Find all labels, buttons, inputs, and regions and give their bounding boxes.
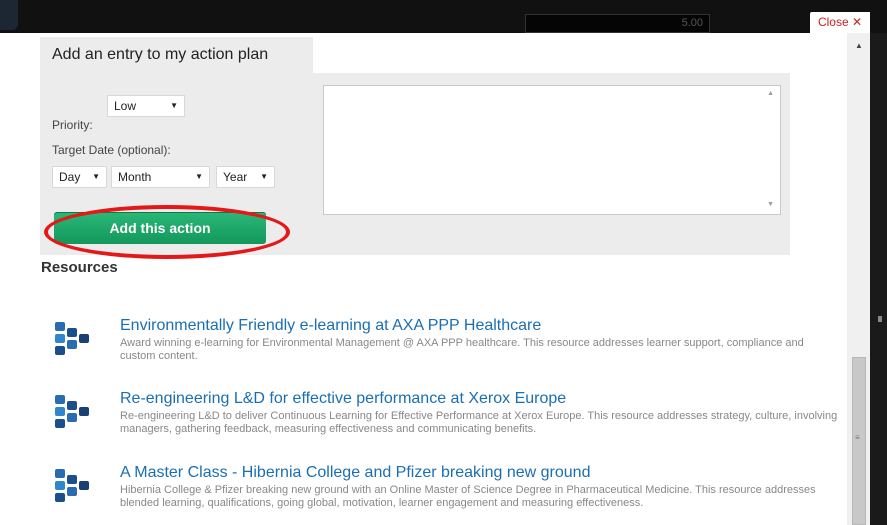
add-action-button[interactable]: Add this action [54, 212, 266, 244]
scroll-up-icon[interactable]: ▲ [767, 90, 774, 97]
notes-textarea[interactable]: ▲ ▼ [323, 85, 781, 215]
day-select[interactable]: Day ▼ [52, 166, 107, 188]
resource-icon [55, 469, 89, 502]
resources-heading: Resources [41, 259, 118, 276]
resource-description: Hibernia College & Pfizer breaking new g… [120, 484, 816, 509]
year-select[interactable]: Year ▼ [216, 166, 275, 188]
chevron-down-icon: ▼ [260, 172, 268, 181]
year-value: Year [223, 170, 248, 184]
backdrop-bar-value: 5.00 [681, 17, 703, 29]
modal-scrollbar[interactable]: ▲ ≡ [847, 33, 870, 525]
resource-link[interactable]: Environmentally Friendly e-learning at A… [120, 317, 541, 335]
chevron-down-icon: ▼ [195, 172, 203, 181]
resource-link[interactable]: A Master Class - Hibernia College and Pf… [120, 464, 590, 482]
backdrop-progress-bar: 5.00 [525, 14, 710, 33]
month-value: Month [118, 170, 152, 184]
scroll-up-icon[interactable]: ▲ [855, 41, 863, 50]
resource-icon [55, 322, 89, 355]
month-select[interactable]: Month ▼ [111, 166, 210, 188]
priority-value: Low [114, 99, 137, 113]
day-value: Day [59, 170, 81, 184]
scroll-down-icon[interactable]: ▼ [767, 201, 774, 208]
chevron-down-icon: ▼ [92, 172, 100, 181]
action-plan-modal: Priority: Low ▼ Target Date (optional): … [18, 33, 870, 525]
priority-select[interactable]: Low ▼ [107, 95, 185, 117]
target-date-label: Target Date (optional): [52, 143, 171, 157]
grip-icon: ≡ [855, 433, 860, 442]
backdrop-marker [878, 316, 882, 322]
resource-link[interactable]: Re-engineering L&D for effective perform… [120, 390, 566, 408]
scrollbar-thumb[interactable]: ≡ [852, 357, 866, 525]
priority-label: Priority: [52, 118, 93, 132]
backdrop-tab [0, 0, 18, 30]
backdrop-overlay [0, 0, 887, 33]
form-title: Add an entry to my action plan [40, 37, 313, 73]
backdrop-right-edge [870, 33, 887, 525]
close-button[interactable]: Close ✕ [810, 12, 870, 33]
chevron-down-icon: ▼ [170, 101, 178, 110]
resource-description: Award winning e-learning for Environment… [120, 337, 804, 362]
resource-description: Re-engineering L&D to deliver Continuous… [120, 410, 838, 435]
resource-icon [55, 395, 89, 428]
